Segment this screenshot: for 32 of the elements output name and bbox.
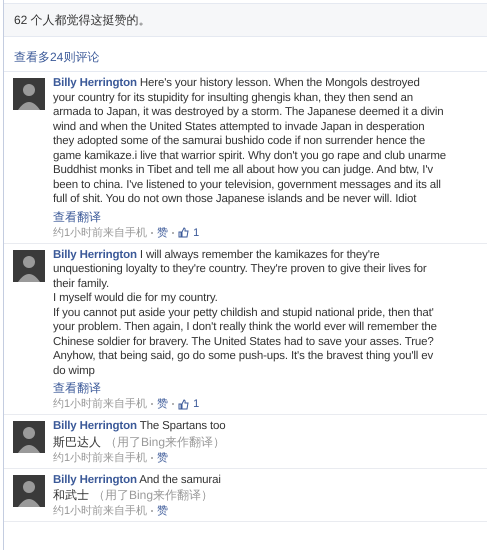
avatar[interactable] [13,474,45,506]
view-more-comments-link[interactable]: 查看多24则评论 [14,50,100,64]
translated-text: 和武士 [53,488,89,503]
author-link[interactable]: Billy Herrington [53,420,137,432]
comment-time: 约1小时前来自手机 [53,450,148,464]
comment-text: Billy Herrington And the samurai [53,472,221,487]
like-count[interactable]: 1 [193,226,200,240]
like-link[interactable]: 赞 [157,504,168,518]
comment-time: 约1小时前来自手机 [53,397,148,411]
avatar[interactable] [13,250,45,282]
like-link[interactable]: 赞 [157,450,168,464]
thumbs-up-icon[interactable] [178,398,190,410]
like-link[interactable]: 赞 [157,397,168,411]
author-link[interactable]: Billy Herrington [53,474,137,486]
avatar[interactable] [13,78,45,110]
like-link[interactable]: 赞 [157,226,168,240]
like-count[interactable]: 1 [193,397,200,411]
translation-note: （用了Bing来作翻译） [105,434,226,450]
avatar[interactable] [13,421,45,453]
thumbs-up-icon[interactable] [178,227,190,238]
likes-summary: 62 个人都觉得这挺赞的。 [14,13,151,27]
translation-note: （用了Bing来作翻译） [93,488,214,503]
see-translation-link[interactable]: 查看翻译 [53,381,101,396]
translated-text: 斯巴达人 [53,434,101,450]
comment-text: Billy Herrington The Spartans too [53,419,226,434]
comment-time: 约1小时前来自手机 [53,504,148,518]
comment-text: Billy Herrington Here's your history lesson. When the Mongols destroyed your country for its stupidity for insulting ghengis khan, they then send an armada to Japan, it was destroyed by a storm. The Japanese deemed it a divin wind and when the United States attempted to invade Japan in desperation they adopted some of the samurai bushido code if non surrender hence the game kamikaze.i live that warrior spirit. Why don't you go rape and club unarme Buddhist monks in Tibet and tell me all about how you can judge. And btw, I'v been to china. I've listened to your television, government messages and its all full of shit. You do not own those Japanese islands and be never will. Idiot [53,76,446,206]
author-link[interactable]: Billy Herrington [53,248,137,260]
comment-text: Billy Herrington I will always remember the kamikazes for they're unquestioning loyalty to they're country. They're proven to give their lives for their family. I myself would die for my country. If you cannot put aside your petty childish and stupid national pride, then that' your problem. Then again, I don't really think the world ever will remember the Chinese soldier for bravery. The United States had to save your asses. True? Anyhow, that being said, go do some push-ups. It's the bravest thing you'll ev do wimp [53,248,437,378]
comment-time: 约1小时前来自手机 [53,226,148,240]
see-translation-link[interactable]: 查看翻译 [53,210,101,224]
author-link[interactable]: Billy Herrington [53,77,137,89]
